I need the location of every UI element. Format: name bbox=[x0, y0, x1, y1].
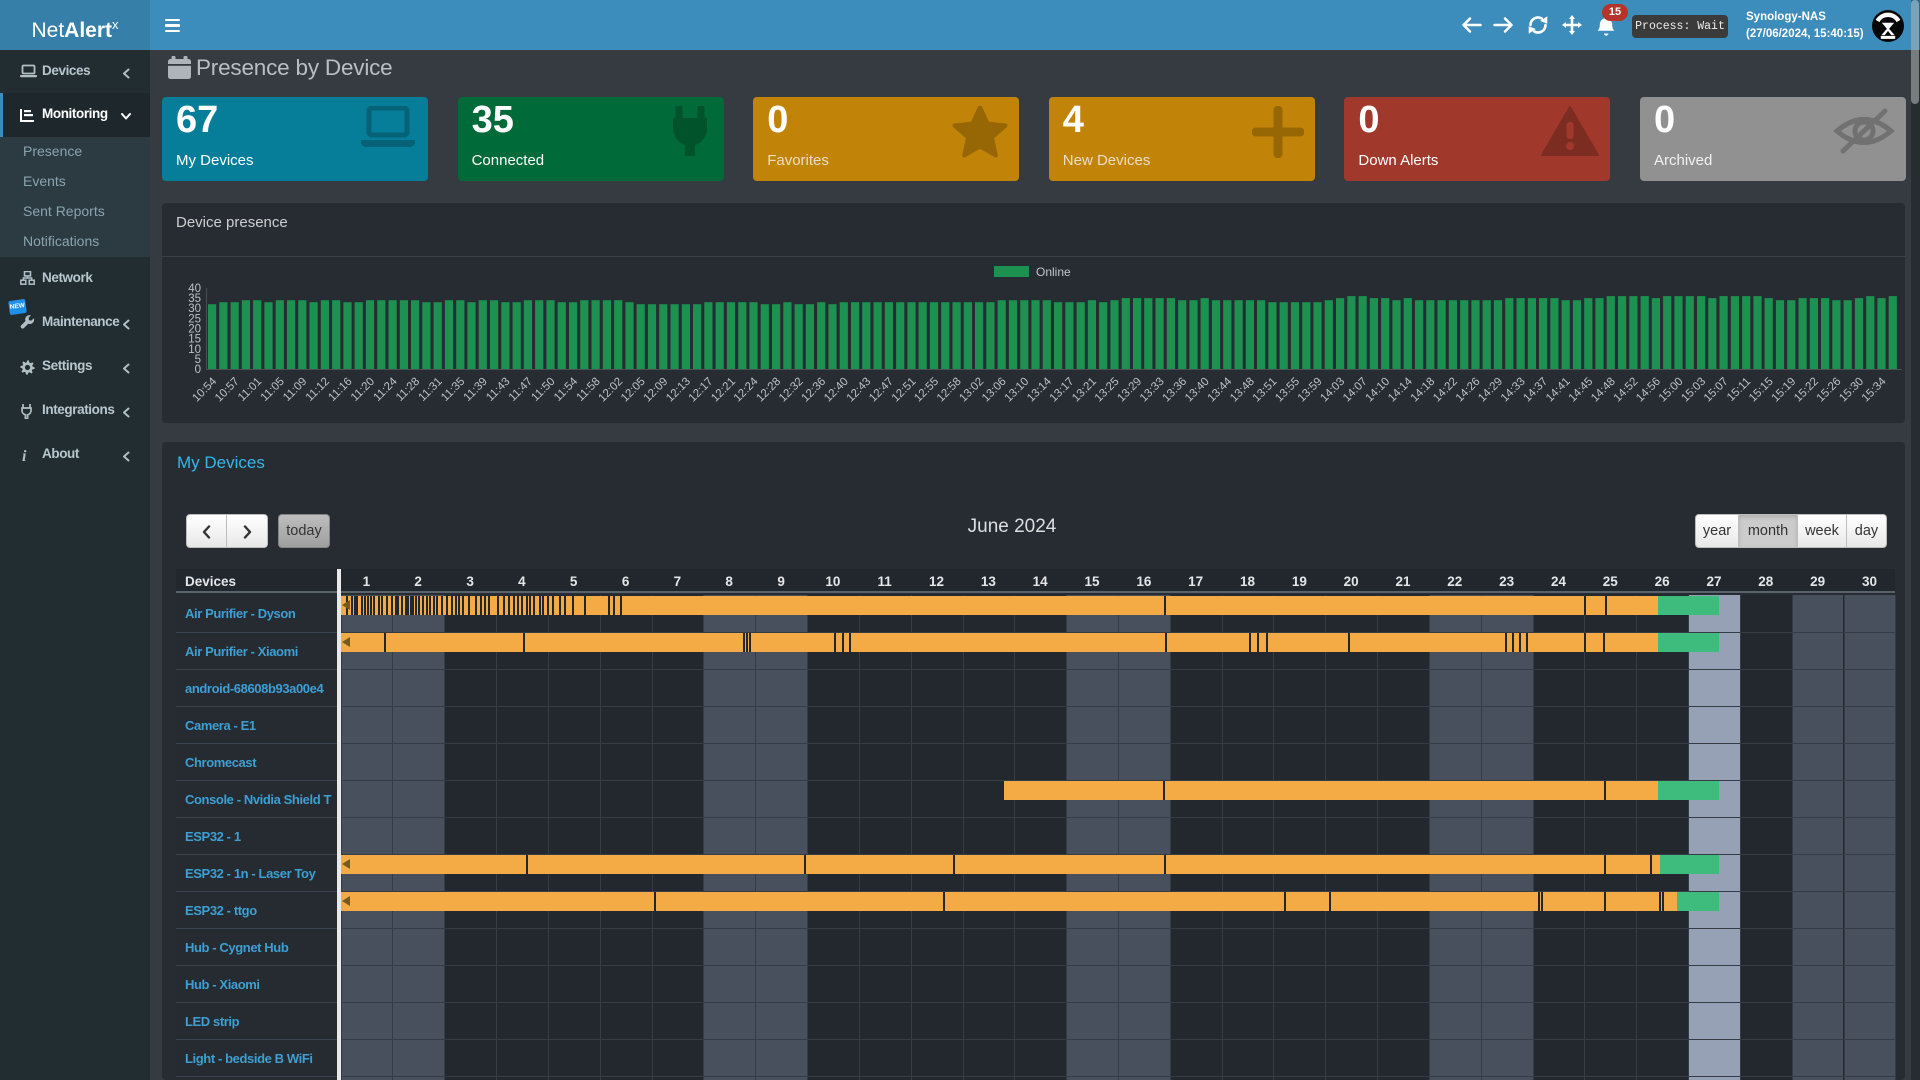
svg-text:11:47: 11:47 bbox=[507, 376, 535, 404]
svg-text:40: 40 bbox=[188, 283, 201, 295]
svg-text:15:15: 15:15 bbox=[1747, 376, 1776, 405]
svg-text:12:43: 12:43 bbox=[845, 376, 874, 405]
svg-text:13:55: 13:55 bbox=[1273, 376, 1302, 405]
svg-text:14:33: 14:33 bbox=[1499, 376, 1528, 405]
svg-text:13:02: 13:02 bbox=[957, 376, 986, 405]
svg-text:15:00: 15:00 bbox=[1657, 376, 1686, 405]
svg-text:11:05: 11:05 bbox=[259, 376, 287, 404]
svg-text:15:30: 15:30 bbox=[1837, 376, 1866, 405]
svg-text:14:52: 14:52 bbox=[1612, 376, 1641, 405]
svg-text:14:41: 14:41 bbox=[1544, 376, 1573, 405]
svg-text:12:40: 12:40 bbox=[822, 376, 851, 405]
svg-text:12:51: 12:51 bbox=[890, 376, 919, 405]
svg-text:13:06: 13:06 bbox=[980, 376, 1009, 405]
svg-text:13:29: 13:29 bbox=[1115, 376, 1144, 405]
svg-text:15:07: 15:07 bbox=[1702, 376, 1731, 405]
svg-text:13:14: 13:14 bbox=[1025, 375, 1054, 404]
svg-text:14:56: 14:56 bbox=[1634, 376, 1663, 405]
svg-text:12:09: 12:09 bbox=[642, 376, 671, 405]
svg-text:11:24: 11:24 bbox=[371, 375, 400, 404]
svg-text:15:11: 15:11 bbox=[1725, 376, 1753, 404]
svg-text:15:19: 15:19 bbox=[1770, 376, 1799, 405]
svg-text:14:14: 14:14 bbox=[1386, 375, 1415, 404]
svg-text:11:01: 11:01 bbox=[236, 376, 264, 404]
svg-text:12:17: 12:17 bbox=[687, 376, 716, 405]
svg-text:Online: Online bbox=[1036, 265, 1071, 279]
svg-text:13:44: 13:44 bbox=[1206, 375, 1235, 404]
svg-text:12:05: 12:05 bbox=[619, 376, 648, 405]
svg-text:11:28: 11:28 bbox=[394, 376, 422, 404]
svg-text:14:26: 14:26 bbox=[1454, 376, 1483, 405]
svg-text:13:33: 13:33 bbox=[1138, 376, 1167, 405]
svg-text:14:48: 14:48 bbox=[1589, 376, 1618, 405]
svg-text:11:50: 11:50 bbox=[529, 376, 557, 404]
svg-text:14:22: 14:22 bbox=[1431, 376, 1460, 405]
svg-text:14:45: 14:45 bbox=[1567, 376, 1596, 405]
svg-text:13:40: 13:40 bbox=[1183, 376, 1212, 405]
svg-text:12:47: 12:47 bbox=[867, 376, 896, 405]
svg-text:13:59: 13:59 bbox=[1296, 376, 1325, 405]
svg-text:14:37: 14:37 bbox=[1521, 376, 1550, 405]
svg-text:12:21: 12:21 bbox=[709, 376, 738, 405]
svg-text:14:29: 14:29 bbox=[1476, 376, 1505, 405]
svg-text:15:03: 15:03 bbox=[1679, 376, 1708, 405]
svg-text:13:10: 13:10 bbox=[1003, 376, 1032, 405]
svg-text:13:25: 13:25 bbox=[1093, 376, 1122, 405]
svg-text:13:17: 13:17 bbox=[1048, 376, 1077, 405]
svg-text:12:32: 12:32 bbox=[777, 376, 806, 405]
svg-text:13:51: 13:51 bbox=[1251, 376, 1280, 405]
svg-text:14:07: 14:07 bbox=[1341, 376, 1370, 405]
svg-text:11:58: 11:58 bbox=[574, 376, 602, 404]
svg-text:11:09: 11:09 bbox=[281, 376, 309, 404]
svg-text:10:57: 10:57 bbox=[213, 376, 242, 405]
svg-text:13:48: 13:48 bbox=[1228, 376, 1257, 405]
svg-text:11:12: 11:12 bbox=[304, 376, 332, 404]
svg-text:14:03: 14:03 bbox=[1318, 376, 1347, 405]
svg-text:11:39: 11:39 bbox=[462, 376, 490, 404]
svg-text:12:24: 12:24 bbox=[732, 375, 761, 404]
svg-text:14:10: 14:10 bbox=[1363, 376, 1392, 405]
svg-text:11:20: 11:20 bbox=[349, 376, 377, 404]
svg-text:12:58: 12:58 bbox=[935, 376, 964, 405]
svg-text:15:34: 15:34 bbox=[1860, 375, 1889, 404]
svg-text:12:02: 12:02 bbox=[596, 376, 625, 405]
svg-text:11:35: 11:35 bbox=[439, 376, 467, 404]
svg-text:10:54: 10:54 bbox=[190, 375, 219, 404]
svg-text:15:26: 15:26 bbox=[1815, 376, 1844, 405]
svg-text:12:36: 12:36 bbox=[799, 376, 828, 405]
svg-text:12:13: 12:13 bbox=[664, 376, 693, 405]
svg-text:12:55: 12:55 bbox=[912, 376, 941, 405]
svg-text:11:43: 11:43 bbox=[484, 376, 512, 404]
svg-text:14:18: 14:18 bbox=[1409, 376, 1438, 405]
svg-text:12:28: 12:28 bbox=[754, 376, 783, 405]
svg-text:11:31: 11:31 bbox=[417, 376, 445, 404]
svg-text:11:16: 11:16 bbox=[326, 376, 354, 404]
svg-text:11:54: 11:54 bbox=[552, 375, 581, 404]
svg-text:15:22: 15:22 bbox=[1792, 376, 1821, 405]
svg-text:13:21: 13:21 bbox=[1070, 376, 1099, 405]
svg-text:13:36: 13:36 bbox=[1160, 376, 1189, 405]
